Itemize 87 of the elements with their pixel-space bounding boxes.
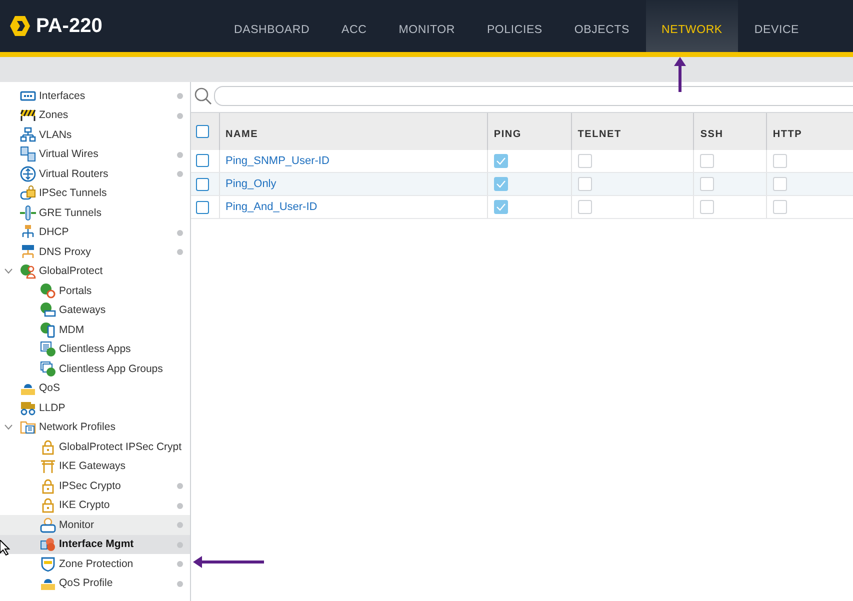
sidebar-item[interactable]: QoS Profile (0, 574, 190, 593)
sidebar-item[interactable]: VLANs (0, 125, 190, 144)
sidebar-item[interactable]: Zone Protection (0, 554, 190, 574)
sidebar-item[interactable]: LLDP (0, 398, 190, 418)
sidebar-item[interactable]: Interfaces (0, 86, 190, 106)
sidebar-item[interactable]: Virtual Routers (0, 164, 190, 184)
row-checkbox[interactable] (196, 178, 209, 190)
sidebar-item[interactable]: IPSec Crypto (0, 476, 190, 496)
profile-link[interactable]: Ping_SNMP_User-ID (226, 154, 330, 167)
nav-tab[interactable]: DASHBOARD (218, 0, 326, 52)
nav-tab[interactable]: MONITOR (382, 0, 471, 52)
dns-tree-icon (20, 244, 36, 260)
profile-link[interactable]: Ping_And_User-ID (226, 201, 318, 213)
sidebar-item[interactable]: IKE Gateways (0, 456, 190, 476)
sidebar-item[interactable]: Virtual Wires (0, 144, 190, 164)
server-tree-icon (20, 224, 36, 240)
sidebar-item[interactable]: QoS (0, 378, 190, 398)
sidebar-item[interactable]: Monitor (0, 515, 190, 534)
chevron-icon[interactable] (4, 424, 13, 430)
lists-globe-icon (40, 360, 56, 377)
checkbox[interactable] (578, 177, 592, 191)
sidebar-item[interactable]: GlobalProtect (0, 262, 190, 281)
sidebar-item[interactable]: DHCP (0, 222, 190, 242)
tunnel-arrows-icon (20, 204, 36, 221)
search-field[interactable] (214, 86, 853, 106)
monitor-person-icon (40, 516, 56, 533)
sidebar-item[interactable]: Network Profiles (0, 418, 190, 437)
striped-barrier-icon (20, 107, 36, 124)
column-header[interactable]: SSH (694, 112, 766, 150)
profile-link[interactable]: Ping_Only (226, 178, 276, 190)
sidebar-item[interactable]: GlobalProtect IPSec Crypt (0, 437, 190, 456)
lock-tunnel-icon (20, 185, 36, 202)
checkbox[interactable] (772, 154, 787, 168)
router-icon (20, 166, 36, 182)
sidebar-item[interactable]: IPSec Tunnels (0, 184, 190, 203)
sidebar-item[interactable]: Gateways (0, 300, 190, 320)
logo-icon (10, 15, 30, 37)
checkbox[interactable] (700, 154, 714, 168)
search-icon[interactable] (194, 87, 212, 105)
gate-icon (40, 458, 56, 474)
nav-tab[interactable]: OBJECTS (558, 0, 646, 52)
network-tree-icon (20, 126, 36, 143)
checkbox[interactable] (772, 200, 787, 214)
linked-boxes-icon (20, 146, 36, 162)
checkbox[interactable] (494, 200, 508, 214)
select-all-checkbox[interactable] (196, 124, 209, 138)
checkbox[interactable] (578, 154, 592, 168)
sidebar-item[interactable]: Clientless Apps (0, 340, 190, 359)
globe-user-icon (20, 263, 36, 280)
sidebar-item[interactable]: IKE Crypto (0, 496, 190, 515)
checkbox[interactable] (494, 154, 508, 168)
checkbox[interactable] (700, 177, 714, 191)
sidebar-item[interactable]: DNS Proxy (0, 242, 190, 262)
nav-tab[interactable]: NETWORK (646, 0, 738, 52)
globe-gear-icon (40, 282, 56, 299)
folder-list-icon (20, 419, 36, 436)
sidebar-item[interactable]: GRE Tunnels (0, 203, 190, 222)
annotation-arrow (673, 56, 687, 94)
checkbox[interactable] (494, 177, 508, 191)
nav-tab[interactable]: ACC (326, 0, 383, 52)
checkbox[interactable] (700, 200, 714, 214)
sidebar-item[interactable]: Zones (0, 106, 190, 125)
list-globe-icon (40, 341, 56, 358)
chevron-icon[interactable] (4, 268, 13, 274)
column-header[interactable]: NAME (219, 112, 488, 150)
globe-server-icon (40, 302, 56, 318)
gears-icon (40, 536, 56, 552)
checkbox[interactable] (578, 200, 592, 214)
row-checkbox[interactable] (196, 154, 209, 168)
shield-barrier-icon (40, 556, 56, 572)
checkbox[interactable] (772, 177, 787, 191)
sidebar-item[interactable]: MDM (0, 320, 190, 340)
padlock-icon (40, 497, 56, 514)
column-header[interactable]: TELNET (571, 112, 694, 150)
product-name: PA-220 (36, 14, 102, 38)
row-checkbox[interactable] (196, 200, 209, 214)
column-header[interactable]: HTTP (766, 112, 853, 150)
sidebar-item[interactable]: Portals (0, 281, 190, 300)
column-header[interactable]: PING (487, 112, 572, 150)
nav-tab[interactable]: DEVICE (738, 0, 816, 52)
sidebar-item[interactable]: Interface Mgmt (0, 534, 190, 554)
padlock-icon (40, 478, 56, 494)
truck-icon (20, 400, 36, 416)
globe-phone-icon (40, 322, 56, 338)
padlock-icon (40, 438, 56, 455)
nav-tab[interactable]: POLICIES (470, 0, 558, 52)
sidebar-item[interactable]: Clientless App Groups (0, 359, 190, 378)
